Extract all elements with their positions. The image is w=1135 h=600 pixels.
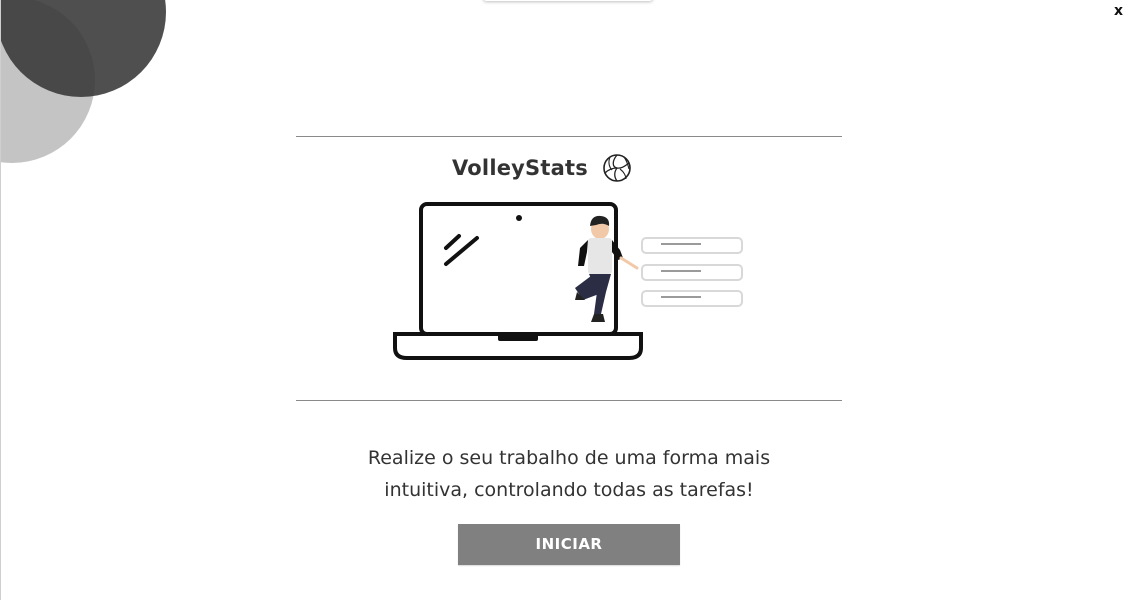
welcome-screen: x VolleyStats Realize o seu trabalho de … <box>0 0 1135 600</box>
start-button[interactable]: INICIAR <box>458 524 680 565</box>
laptop-person-illustration <box>393 202 743 360</box>
intro-text: Realize o seu trabalho de uma forma mais… <box>296 442 842 506</box>
close-button[interactable]: x <box>1114 3 1123 19</box>
brand-header: VolleyStats <box>452 153 632 183</box>
volleyball-icon <box>603 154 631 182</box>
divider-bottom <box>296 400 842 401</box>
intro-line-2: intuitiva, controlando todas as tarefas! <box>384 479 754 501</box>
divider-top <box>296 136 842 137</box>
app-title: VolleyStats <box>452 156 588 180</box>
top-drag-handle <box>483 0 653 1</box>
intro-line-1: Realize o seu trabalho de uma forma mais <box>367 447 771 469</box>
